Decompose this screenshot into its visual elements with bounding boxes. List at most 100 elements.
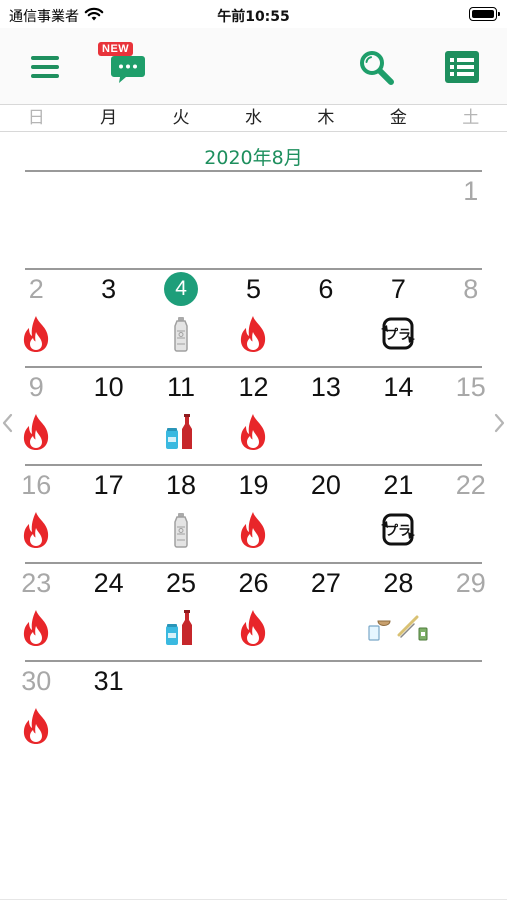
calendar-day-30[interactable]: 30 — [0, 660, 72, 758]
calendar-day-5[interactable]: 5 — [217, 268, 289, 366]
calendar-day-20[interactable]: 20 — [290, 464, 362, 562]
day-number: 21 — [383, 470, 414, 500]
day-number: 5 — [245, 274, 261, 304]
garbage-indicator — [0, 314, 72, 354]
day-number: 28 — [383, 568, 414, 598]
new-badge: NEW — [98, 42, 134, 56]
calendar-day-6[interactable]: 6 — [290, 268, 362, 366]
week-divider — [25, 170, 482, 172]
calendar-day-24[interactable]: 24 — [72, 562, 144, 660]
calendar-day-10[interactable]: 10 — [72, 366, 144, 464]
calendar-day-13[interactable]: 13 — [290, 366, 362, 464]
calendar-day-27[interactable]: 27 — [290, 562, 362, 660]
flame-icon — [235, 608, 271, 648]
hamburger-menu-icon[interactable] — [26, 50, 64, 84]
calendar-day-7[interactable]: 7 プラ — [362, 268, 434, 366]
can-and-bottle-icon — [164, 413, 198, 451]
day-number: 4 — [164, 272, 199, 306]
calendar-day-18[interactable]: 18 — [145, 464, 217, 562]
search-icon[interactable] — [356, 48, 396, 88]
plastic-recycle-icon: プラ — [379, 512, 417, 548]
plastic-recycle-icon: プラ — [379, 316, 417, 352]
day-number: 10 — [93, 372, 124, 402]
day-number: 9 — [28, 372, 44, 402]
calendar-day-14[interactable]: 14 — [362, 366, 434, 464]
weekday-sat: 土 — [462, 108, 480, 128]
calendar-day-23[interactable]: 23 — [0, 562, 72, 660]
calendar-day-2[interactable]: 2 — [0, 268, 72, 366]
day-number: 13 — [310, 372, 341, 402]
list-icon[interactable] — [444, 50, 480, 84]
day-number: 2 — [28, 274, 44, 304]
day-number: 8 — [463, 274, 479, 304]
calendar-day-26[interactable]: 26 — [217, 562, 289, 660]
weekday-mon: 月 — [100, 108, 118, 128]
garbage-indicator — [217, 314, 289, 354]
day-number: 15 — [455, 372, 486, 402]
calendar-grid: 1 2 3 4 5 6 7 プラ 8 9 10 11 12 13 14 15 16 17 18 19 20 21 プラ 22 2… — [0, 170, 507, 758]
calendar-day-1[interactable]: 1 — [435, 170, 507, 268]
flame-icon — [18, 510, 54, 550]
day-number: 1 — [463, 176, 479, 206]
day-number: 18 — [166, 470, 197, 500]
calendar-day-16[interactable]: 16 — [0, 464, 72, 562]
garbage-indicator — [0, 706, 72, 746]
calendar-day-31[interactable]: 31 — [72, 660, 144, 758]
day-number: 7 — [390, 274, 406, 304]
calendar-week: 1 — [0, 170, 507, 268]
calendar-day-8[interactable]: 8 — [435, 268, 507, 366]
calendar-day-25[interactable]: 25 — [145, 562, 217, 660]
svg-text:プラ: プラ — [385, 328, 411, 343]
weekday-fri: 金 — [389, 108, 407, 128]
can-and-bottle-icon — [164, 609, 198, 647]
calendar-day-29[interactable]: 29 — [435, 562, 507, 660]
calendar-week: 2 3 4 5 6 7 プラ 8 — [0, 268, 507, 366]
status-bar: 通信事業者 午前10:55 — [0, 0, 507, 28]
calendar-week: 23 24 25 26 27 28 29 — [0, 562, 507, 660]
garbage-indicator — [0, 510, 72, 550]
chat-bubble-icon — [111, 56, 145, 83]
calendar-day-3[interactable]: 3 — [72, 268, 144, 366]
weekday-thu: 木 — [317, 108, 335, 128]
garbage-indicator: プラ — [362, 510, 434, 550]
toolbar: NEW — [0, 28, 507, 104]
chevron-right-icon[interactable] — [493, 412, 507, 434]
day-number: 25 — [166, 568, 197, 598]
day-number: 20 — [310, 470, 341, 500]
day-number: 31 — [93, 666, 124, 696]
battery-icon — [469, 7, 500, 21]
weekday-tue: 火 — [172, 108, 190, 128]
day-number: 26 — [238, 568, 269, 598]
day-number: 27 — [310, 568, 341, 598]
day-number: 30 — [21, 666, 52, 696]
day-number: 24 — [93, 568, 124, 598]
flame-icon — [235, 412, 271, 452]
garbage-indicator — [145, 608, 217, 648]
calendar-day-17[interactable]: 17 — [72, 464, 144, 562]
calendar-day-28[interactable]: 28 — [362, 562, 434, 660]
weekday-header: 日 月 火 水 木 金 土 — [0, 104, 507, 132]
calendar-day-21[interactable]: 21 プラ — [362, 464, 434, 562]
calendar-day-11[interactable]: 11 — [145, 366, 217, 464]
calendar-week: 30 31 — [0, 660, 507, 758]
calendar-day-4[interactable]: 4 — [145, 268, 217, 366]
garbage-indicator — [145, 314, 217, 354]
calendar-day-12[interactable]: 12 — [217, 366, 289, 464]
weekday-sun: 日 — [27, 108, 45, 128]
day-number: 19 — [238, 470, 269, 500]
garbage-indicator — [145, 412, 217, 452]
garbage-indicator — [217, 608, 289, 648]
calendar-day-22[interactable]: 22 — [435, 464, 507, 562]
chevron-left-icon[interactable] — [0, 412, 14, 434]
garbage-indicator: プラ — [362, 314, 434, 354]
day-number: 6 — [318, 274, 334, 304]
calendar-week: 16 17 18 19 20 21 プラ 22 — [0, 464, 507, 562]
calendar-day-19[interactable]: 19 — [217, 464, 289, 562]
pet-bottle-icon — [170, 512, 192, 548]
day-number: 17 — [93, 470, 124, 500]
news-button[interactable]: NEW — [96, 42, 152, 90]
flame-icon — [18, 314, 54, 354]
pet-bottle-icon — [170, 316, 192, 352]
day-number: 29 — [455, 568, 486, 598]
flame-icon — [18, 706, 54, 746]
